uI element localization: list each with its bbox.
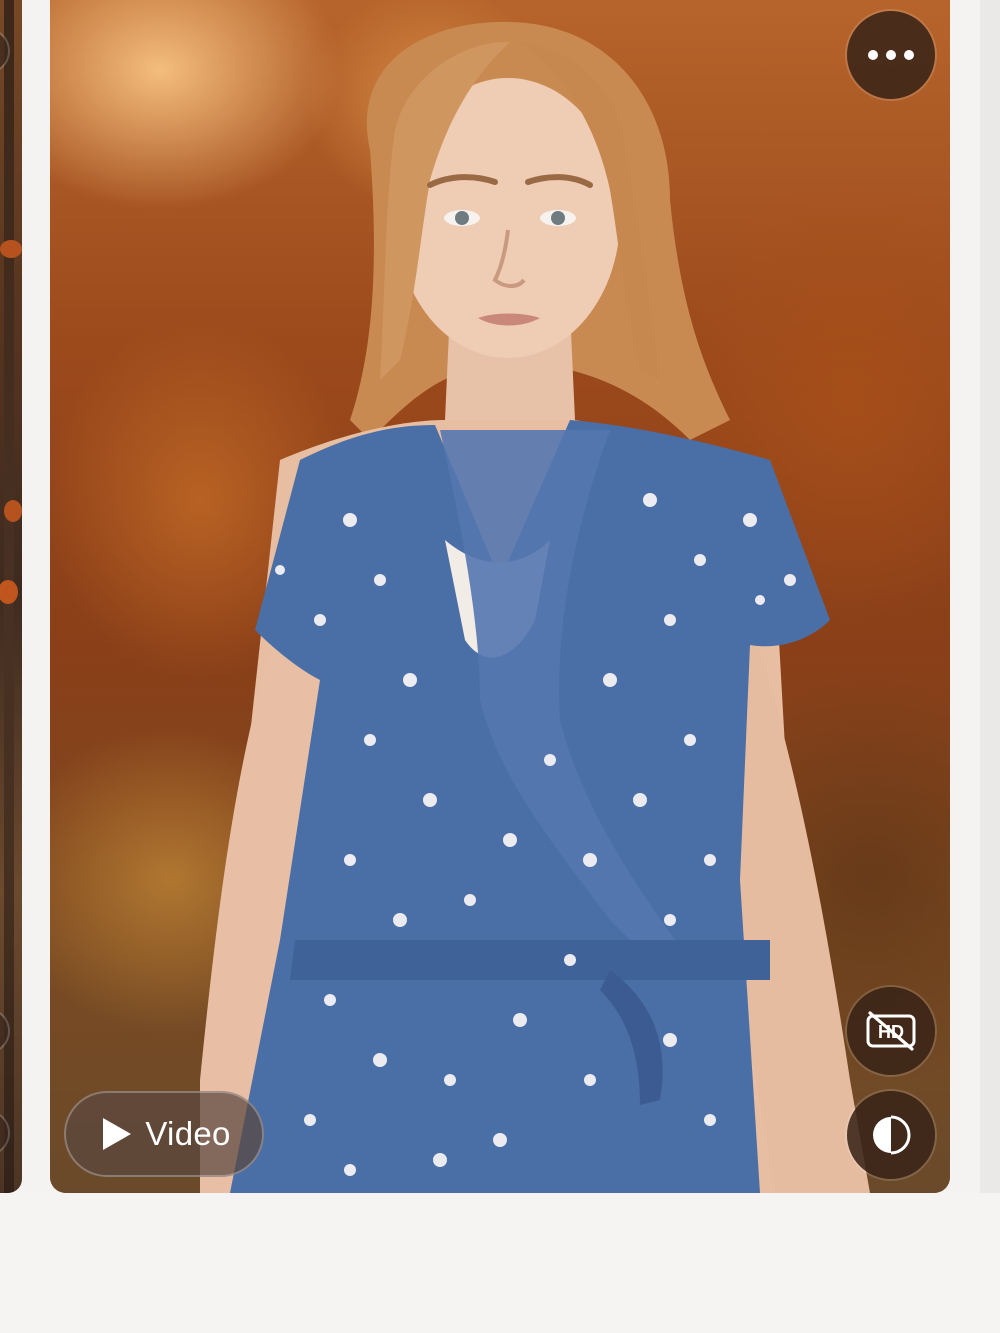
leaf-decoration xyxy=(0,580,18,604)
leaf-decoration xyxy=(0,240,22,258)
more-horizontal-icon xyxy=(868,50,914,60)
video-button-label: Video xyxy=(145,1115,231,1152)
portrait-photo xyxy=(50,0,950,1193)
main-media-card[interactable]: HD Video xyxy=(50,0,950,1193)
more-options-button[interactable] xyxy=(847,11,935,99)
next-media-card[interactable] xyxy=(980,0,1000,1193)
hd-toggle-button[interactable]: HD xyxy=(847,987,935,1075)
leaf-decoration xyxy=(4,500,22,522)
media-viewer: HD Video xyxy=(0,0,1000,1333)
hd-off-icon: HD xyxy=(866,1011,916,1051)
compare-button[interactable] xyxy=(847,1091,935,1179)
contrast-icon xyxy=(873,1115,911,1155)
play-icon xyxy=(103,1118,132,1150)
bottom-panel xyxy=(0,1193,1000,1333)
video-button[interactable]: Video xyxy=(64,1091,264,1177)
previous-media-card[interactable] xyxy=(0,0,22,1193)
